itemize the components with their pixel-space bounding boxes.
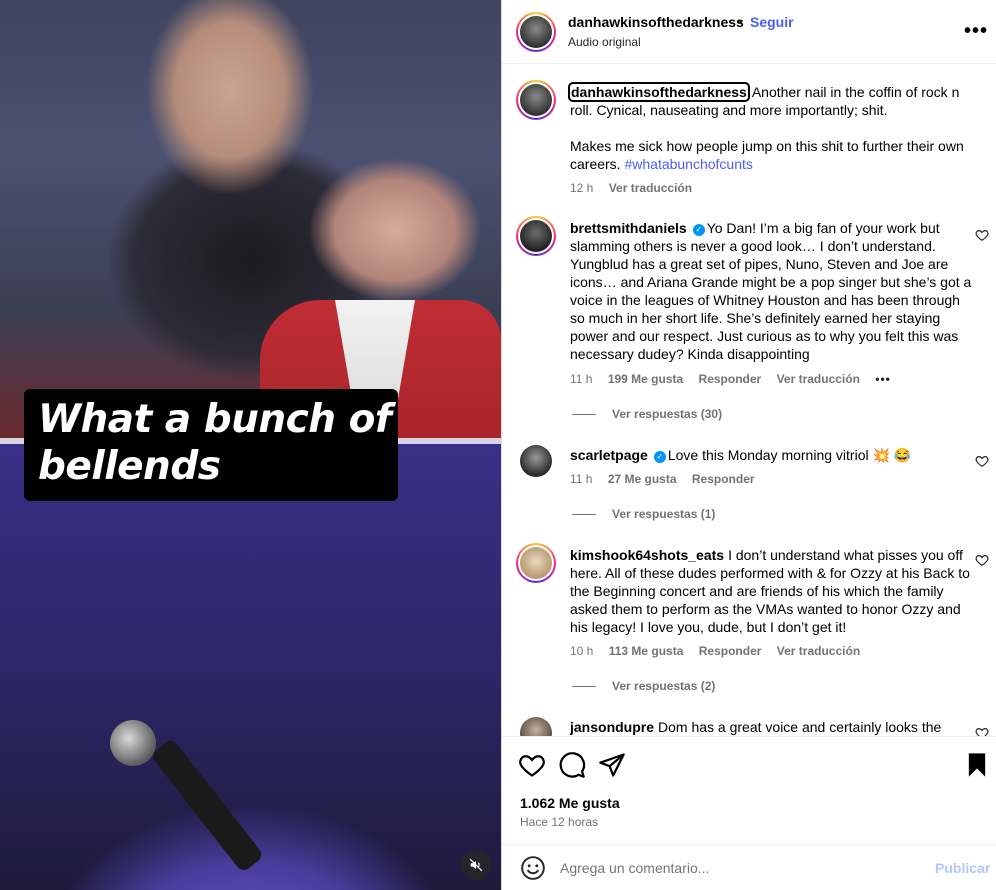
post-panel: danhawkinsofthedarkness • Seguir Audio o… (501, 0, 996, 890)
separator-dot: • (738, 13, 743, 29)
follow-button[interactable]: Seguir (750, 14, 794, 30)
comment-more-icon[interactable]: ••• (875, 372, 891, 386)
comment-time: 11 h (570, 372, 593, 386)
commenter-username[interactable]: kimshook64shots_eats (570, 547, 724, 563)
comment-like-heart-icon[interactable] (975, 454, 989, 468)
commenter-avatar[interactable] (516, 543, 556, 583)
view-replies-button[interactable]: Ver respuestas (2) (572, 679, 715, 693)
author-avatar[interactable] (516, 12, 556, 52)
comment-meta: 11 h 27 Me gusta Responder (570, 472, 767, 486)
send-icon[interactable] (598, 751, 626, 779)
comment-like-heart-icon[interactable] (975, 228, 989, 242)
author-username[interactable]: danhawkinsofthedarkness (568, 14, 744, 30)
publish-button[interactable]: Publicar (935, 860, 990, 876)
mute-button[interactable] (461, 850, 491, 880)
comment-time: 11 h (570, 472, 593, 486)
replies-line (572, 414, 596, 416)
speaker-muted-icon (469, 858, 483, 872)
commenter-avatar[interactable] (520, 717, 552, 736)
caption-text-2: Makes me sick how people jump on this sh… (570, 138, 964, 172)
microphone-head (110, 720, 156, 766)
comment-text: scarletpage ✓ Love this Monday morning vit… (570, 447, 912, 463)
comment-like-heart-icon[interactable] (975, 553, 989, 567)
commenter-avatar[interactable] (516, 216, 556, 256)
comment-meta: 11 h 199 Me gusta Responder Ver traducci… (570, 372, 903, 386)
more-icon[interactable]: ••• (964, 20, 988, 43)
comment-emojis: 💥 😂 (872, 447, 912, 463)
comment-likes[interactable]: 113 Me gusta (609, 644, 684, 658)
likes-count[interactable]: 1.062 Me gusta (520, 795, 620, 811)
comment-time: 10 h (570, 644, 594, 658)
comment-meta: 10 h 113 Me gusta Responder Ver traducci… (570, 644, 872, 658)
comment-text: jansondupre Dom has a great voice and cer… (570, 719, 942, 735)
heart-icon[interactable] (518, 751, 546, 779)
post-actions: 1.062 Me gusta Hace 12 horas (502, 736, 996, 840)
video-frame-top (0, 0, 501, 440)
verified-badge-icon: ✓ (653, 451, 666, 463)
replies-line (572, 514, 596, 516)
comment-text: kimshook64shots_eats I don’t understand w… (570, 547, 970, 635)
commenter-username[interactable]: scarletpage (570, 447, 648, 463)
post-time: Hace 12 horas (520, 815, 599, 829)
comments-list[interactable]: danhawkinsofthedarkness Another nail in t… (502, 64, 996, 736)
verified-badge-icon: ✓ (692, 224, 705, 236)
comment-input[interactable] (560, 860, 910, 876)
video-caption: What a bunch of bellends (38, 397, 392, 489)
commenter-avatar[interactable] (520, 445, 552, 477)
comment-text: brettsmithdaniels ✓ Yo Dan! I’m a big fan … (570, 220, 972, 362)
commenter-username[interactable]: brettsmithdaniels (570, 220, 687, 236)
comment-composer: Publicar (502, 844, 996, 890)
video-frame-bottom (0, 444, 501, 890)
translate-link[interactable]: Ver traducción (777, 644, 860, 658)
author-avatar[interactable] (516, 80, 556, 120)
translate-link[interactable]: Ver traducción (609, 181, 692, 195)
translate-link[interactable]: Ver traducción (777, 372, 860, 386)
caption-meta: 12 h Ver traducción (570, 181, 704, 195)
view-replies-button[interactable]: Ver respuestas (1) (572, 507, 715, 521)
comment-like-heart-icon[interactable] (975, 726, 989, 736)
commenter-username[interactable]: jansondupre (570, 719, 654, 735)
post-header: danhawkinsofthedarkness • Seguir Audio o… (502, 0, 996, 64)
comment-icon[interactable] (558, 751, 586, 779)
reply-button[interactable]: Responder (699, 372, 762, 386)
view-replies-button[interactable]: Ver respuestas (30) (572, 407, 722, 421)
caption-time: 12 h (570, 181, 594, 195)
caption-username[interactable]: danhawkinsofthedarkness (568, 82, 750, 102)
audio-link[interactable]: Audio original (568, 35, 641, 49)
comment-likes[interactable]: 27 Me gusta (608, 472, 677, 486)
caption-text: danhawkinsofthedarkness Another nail in t… (568, 82, 960, 118)
comment-likes[interactable]: 199 Me gusta (608, 372, 683, 386)
smiley-icon[interactable] (520, 855, 546, 881)
post-media[interactable]: What a bunch of bellends (0, 0, 501, 890)
bookmark-icon[interactable] (963, 751, 991, 779)
reply-button[interactable]: Responder (699, 644, 762, 658)
replies-line (572, 686, 596, 688)
hashtag-link[interactable]: #whatabunchofcunts (624, 156, 752, 172)
reply-button[interactable]: Responder (692, 472, 755, 486)
